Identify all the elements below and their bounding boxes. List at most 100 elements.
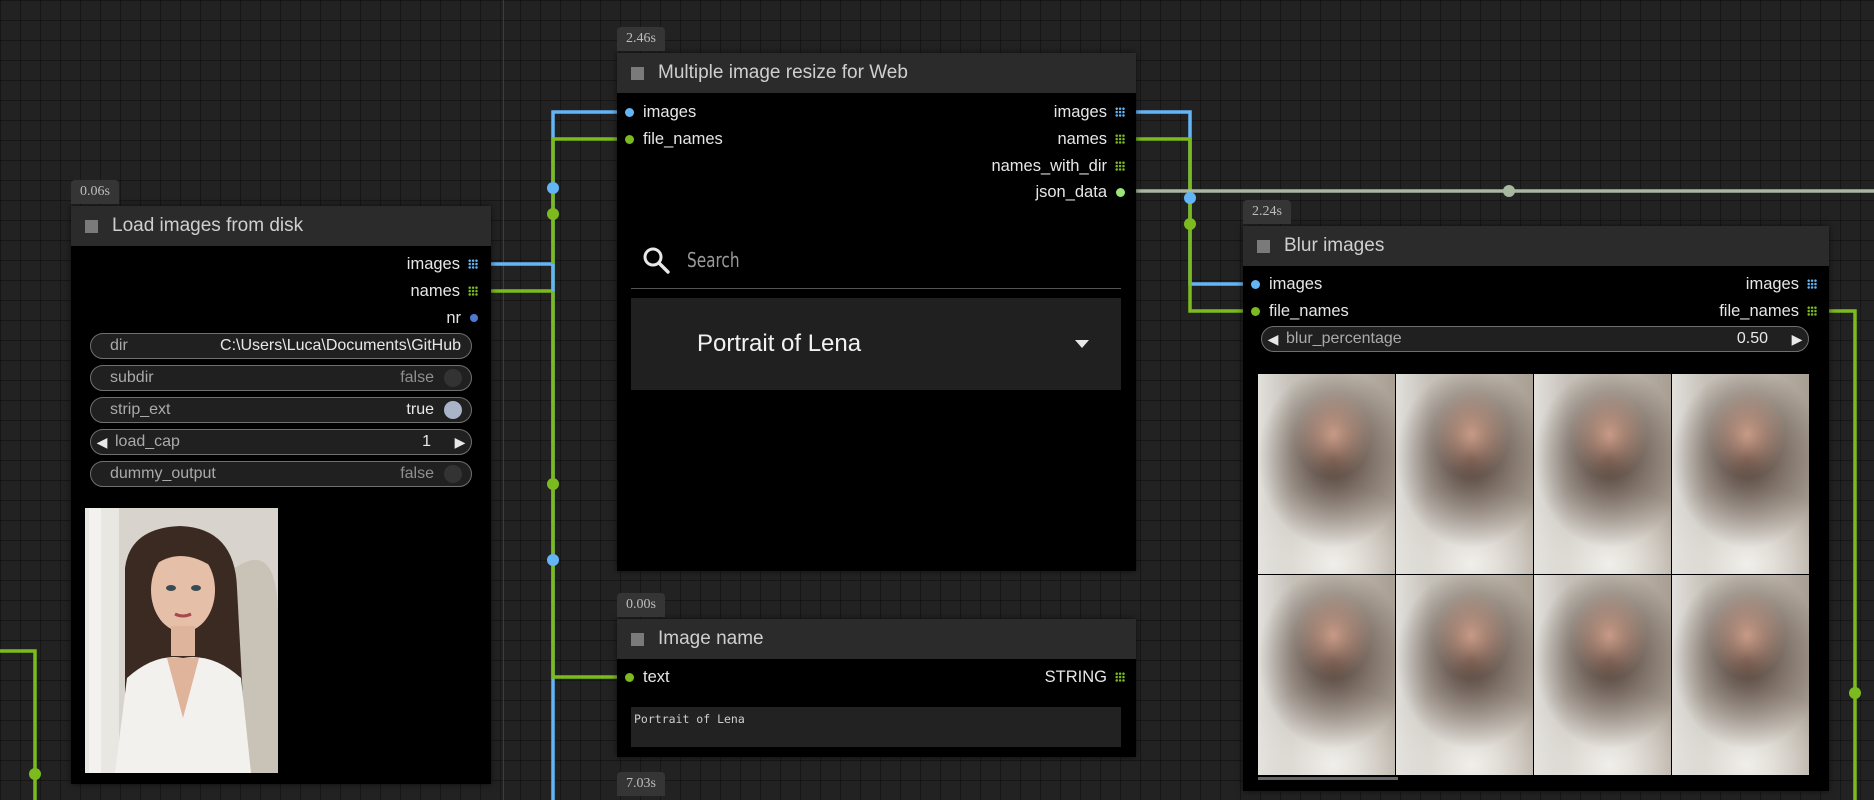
execution-time-badge: 0.00s	[617, 593, 665, 617]
input-slot-images[interactable]: images	[625, 99, 696, 125]
node-collapse-icon[interactable]	[1257, 239, 1270, 253]
blurred-image-thumbnail[interactable]	[1396, 575, 1533, 775]
slot-label: nr	[446, 308, 461, 327]
text-display-area[interactable]: Portrait of Lena	[631, 707, 1121, 747]
strip-ext-toggle[interactable]: strip_ext true	[90, 397, 472, 423]
output-slot-images[interactable]: images	[1746, 271, 1817, 297]
execution-time-badge: 0.06s	[71, 180, 119, 204]
blurred-image-thumbnail[interactable]	[1258, 374, 1395, 574]
slot-dot-icon	[625, 134, 634, 144]
input-slot-text[interactable]: text	[625, 664, 670, 690]
node-collapse-icon[interactable]	[85, 219, 98, 233]
search-bar[interactable]: Search	[631, 232, 1121, 289]
node-collapse-icon[interactable]	[631, 632, 644, 646]
image-preview	[85, 508, 278, 773]
node-title-bar[interactable]: Image name	[617, 619, 1136, 659]
link-images-resize-blur	[1128, 110, 1252, 286]
list-output-icon	[1115, 107, 1125, 117]
output-slot-nr[interactable]: nr	[446, 305, 478, 331]
link-names-resize-blur	[1128, 137, 1252, 313]
node-collapse-icon[interactable]	[631, 66, 644, 80]
execution-time-badge: 2.46s	[617, 27, 665, 51]
output-slot-images[interactable]: images	[407, 251, 478, 277]
dummy-output-toggle[interactable]: dummy_output false	[90, 461, 472, 487]
list-output-icon	[1807, 306, 1817, 316]
node-title: Image name	[658, 628, 764, 649]
load-images-node[interactable]: Load images from disk images names nr di…	[71, 206, 491, 784]
list-output-icon	[1115, 672, 1125, 682]
image-scrollbar[interactable]	[1258, 777, 1398, 780]
input-slot-file-names[interactable]: file_names	[625, 126, 723, 152]
output-slot-names[interactable]: names	[1057, 126, 1125, 152]
input-slot-images[interactable]: images	[1251, 271, 1322, 297]
link-midpoint	[547, 478, 559, 490]
blurred-image-thumbnail[interactable]	[1534, 374, 1671, 574]
list-output-icon	[468, 286, 478, 296]
blurred-image-thumbnail[interactable]	[1672, 374, 1809, 574]
output-slot-names[interactable]: names	[410, 278, 478, 304]
blur-images-node[interactable]: Blur images images file_names images fil…	[1243, 226, 1829, 791]
subdir-toggle[interactable]: subdir false	[90, 365, 472, 391]
widget-value: false	[400, 465, 434, 482]
list-output-icon	[1807, 279, 1817, 289]
slot-label: images	[1745, 274, 1799, 293]
widget-label: strip_ext	[110, 401, 171, 418]
link-midpoint	[29, 768, 41, 780]
link-blur-file-names-out	[1828, 309, 1857, 800]
list-output-icon	[1115, 161, 1125, 171]
slot-dot-icon	[1251, 279, 1260, 289]
slot-label: json_data	[1035, 182, 1107, 201]
selected-value: Portrait of Lena	[697, 330, 862, 357]
slot-label: file_names	[643, 129, 723, 148]
multiple-image-resize-node[interactable]: Multiple image resize for Web images fil…	[617, 53, 1136, 571]
widget-value: 1	[422, 433, 431, 450]
widget-label: blur_percentage	[1286, 330, 1402, 347]
input-slot-file-names[interactable]: file_names	[1251, 298, 1349, 324]
decrement-arrow-icon[interactable]: ◀	[91, 434, 113, 451]
slot-label: names	[1057, 129, 1107, 148]
dir-widget[interactable]: dir C:\Users\Luca\Documents\GitHub	[90, 333, 472, 359]
output-slot-string[interactable]: STRING	[1045, 664, 1125, 690]
output-slot-json-data[interactable]: json_data	[1035, 179, 1125, 205]
blurred-image-thumbnail[interactable]	[1258, 575, 1395, 775]
widget-value: true	[406, 401, 434, 418]
output-slot-names-with-dir[interactable]: names_with_dir	[991, 153, 1125, 179]
search-icon	[643, 247, 670, 274]
widget-value: false	[400, 369, 434, 386]
search-input[interactable]: Search	[687, 248, 740, 272]
image-name-node[interactable]: Image name text STRING Portrait of Lena	[617, 619, 1136, 757]
link-midpoint	[1503, 185, 1515, 197]
output-slot-file-names[interactable]: file_names	[1719, 298, 1817, 324]
increment-arrow-icon[interactable]: ▶	[1786, 331, 1808, 348]
slot-dot-icon	[1116, 187, 1125, 197]
slot-dot-icon	[625, 672, 634, 682]
slot-label: file_names	[1269, 301, 1349, 320]
node-title: Multiple image resize for Web	[658, 62, 908, 83]
blurred-image-thumbnail[interactable]	[1534, 575, 1671, 775]
link-names-load-resize	[485, 137, 625, 293]
node-title-bar[interactable]: Load images from disk	[71, 206, 491, 246]
widget-label: subdir	[110, 369, 154, 386]
slot-label: images	[406, 254, 460, 273]
output-slot-images[interactable]: images	[1054, 99, 1125, 125]
link-left-green	[0, 649, 37, 800]
chevron-down-icon[interactable]	[1075, 340, 1089, 348]
blur-percentage-stepper[interactable]: ◀ blur_percentage 0.50 ▶	[1261, 326, 1809, 352]
slot-dot-icon	[1251, 306, 1260, 316]
decrement-arrow-icon[interactable]: ◀	[1262, 331, 1284, 348]
link-midpoint	[547, 208, 559, 220]
blurred-image-thumbnail[interactable]	[1396, 374, 1533, 574]
image-select-dropdown[interactable]: Portrait of Lena	[631, 298, 1121, 390]
load-cap-stepper[interactable]: ◀ load_cap 1 ▶	[90, 429, 472, 455]
link-midpoint	[547, 182, 559, 194]
slot-label: text	[643, 667, 670, 686]
slot-label: file_names	[1719, 301, 1799, 320]
node-title-bar[interactable]: Multiple image resize for Web	[617, 53, 1136, 93]
node-title: Load images from disk	[112, 215, 304, 236]
node-title-bar[interactable]: Blur images	[1243, 226, 1829, 266]
slot-label: images	[1269, 274, 1323, 293]
link-midpoint	[547, 554, 559, 566]
link-midpoint	[1184, 218, 1196, 230]
blurred-image-thumbnail[interactable]	[1672, 575, 1809, 775]
increment-arrow-icon[interactable]: ▶	[449, 434, 471, 451]
